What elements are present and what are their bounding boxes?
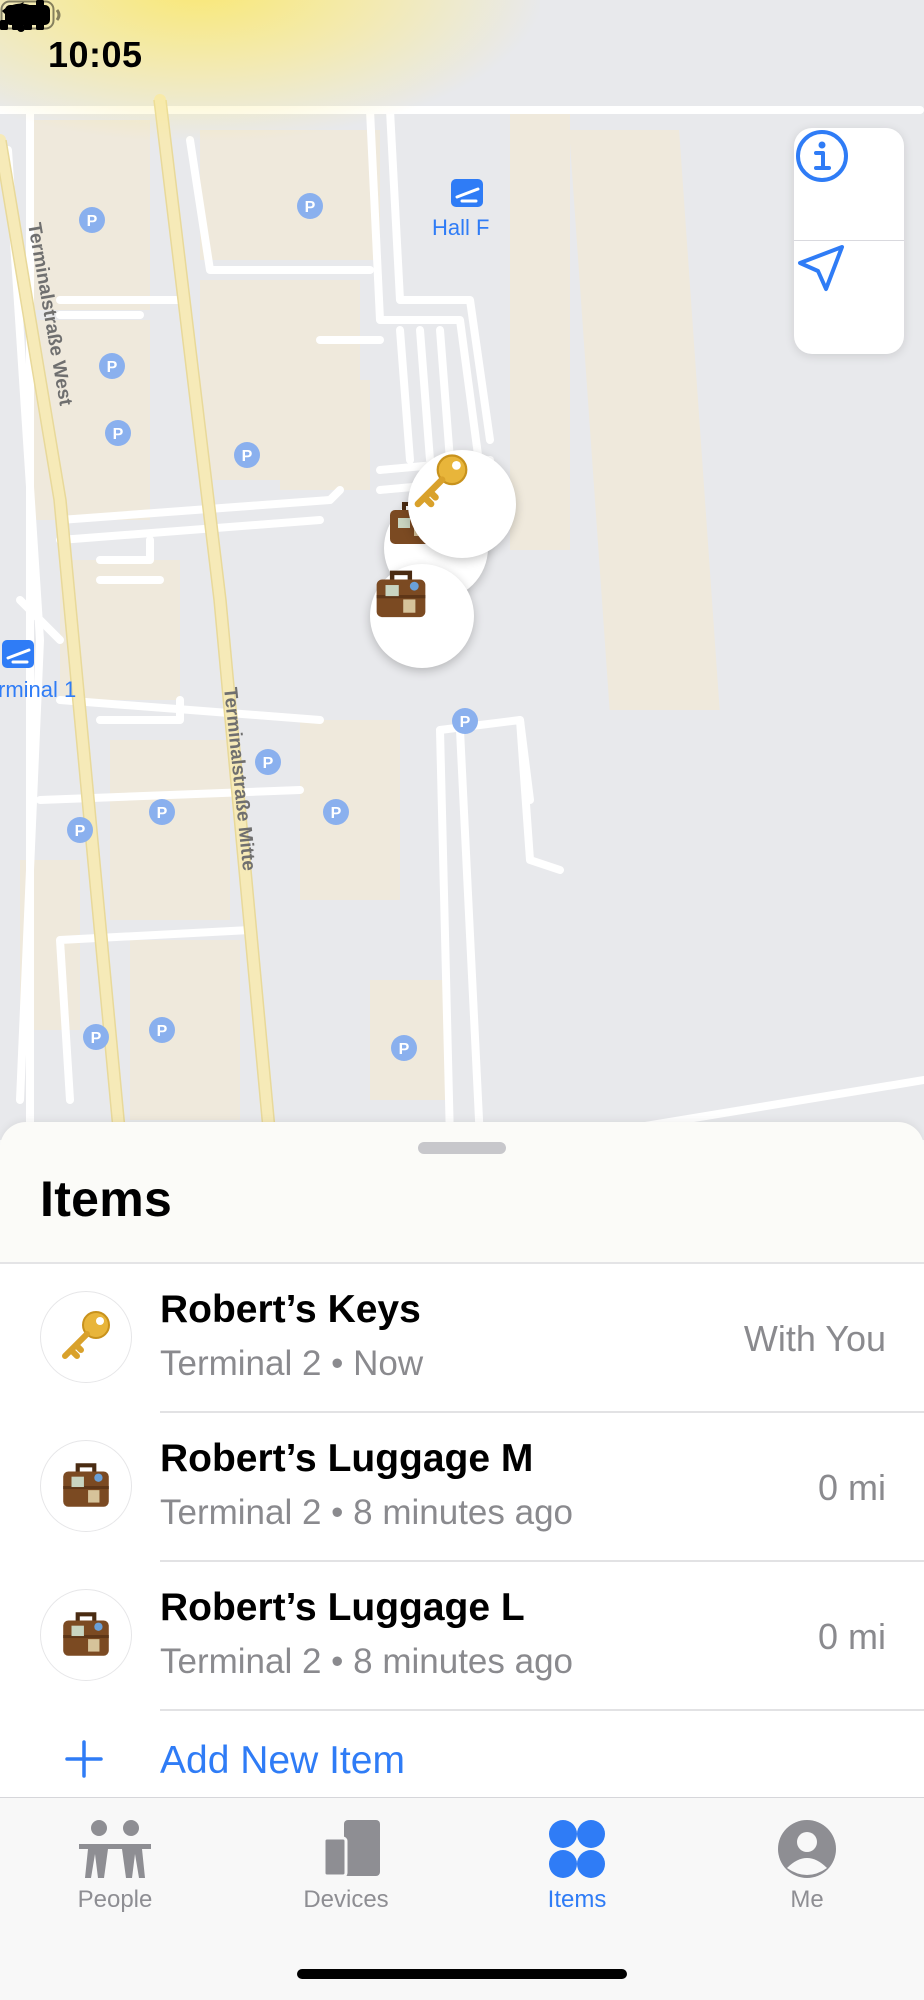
parking-glyph: P — [157, 805, 168, 822]
tab-me[interactable]: Me — [707, 1818, 907, 1928]
tab-label: Me — [790, 1886, 824, 1913]
parking-glyph: P — [399, 1041, 410, 1058]
tab-label: People — [77, 1886, 153, 1913]
map-pin-luggage[interactable] — [370, 564, 474, 668]
parking-glyph: P — [157, 1023, 168, 1040]
tab-items[interactable]: Items — [477, 1818, 677, 1928]
item-distance: 0 mi — [817, 1616, 886, 1657]
map-controls — [794, 128, 904, 354]
info-icon — [796, 130, 848, 182]
item-name: Robert’s Luggage L — [160, 1586, 525, 1629]
map-locate-button[interactable] — [794, 241, 904, 354]
map-label-terminal-1: rminal 1 — [0, 677, 76, 702]
parking-glyph: P — [263, 755, 274, 772]
status-time: 10:05 — [48, 34, 143, 75]
plus-icon — [65, 1740, 103, 1778]
airport-icon — [2, 640, 34, 668]
luggage-icon — [63, 1463, 109, 1507]
item-avatar — [40, 1589, 132, 1681]
parking-glyph: P — [305, 199, 316, 216]
location-arrow-icon — [798, 245, 844, 291]
luggage-icon — [376, 570, 426, 618]
item-name: Robert’s Luggage M — [160, 1437, 534, 1480]
list-item-luggage-l[interactable]: Robert’s Luggage L Terminal 2 • 8 minute… — [0, 1562, 924, 1711]
item-subtitle: Terminal 2 • 8 minutes ago — [160, 1642, 574, 1681]
parking-glyph: P — [91, 1030, 102, 1047]
people-icon — [79, 1820, 151, 1878]
item-subtitle: Terminal 2 • Now — [160, 1344, 424, 1383]
battery-icon — [0, 0, 61, 30]
item-distance: 0 mi — [817, 1467, 886, 1508]
person-icon — [778, 1820, 836, 1878]
item-distance: With You — [743, 1318, 886, 1359]
parking-glyph: P — [460, 714, 471, 731]
luggage-icon — [63, 1612, 109, 1656]
add-new-item-label: Add New Item — [160, 1739, 405, 1782]
parking-glyph: P — [242, 448, 253, 465]
item-avatar — [40, 1440, 132, 1532]
map-info-button[interactable] — [794, 128, 904, 241]
parking-glyph: P — [87, 213, 98, 230]
map-pin-keys[interactable] — [408, 450, 516, 558]
key-icon — [414, 454, 468, 508]
items-list: Robert’s Keys Terminal 2 • Now With You … — [0, 1262, 924, 1821]
item-name: Robert’s Keys — [160, 1288, 421, 1331]
item-avatar — [40, 1291, 132, 1383]
home-indicator[interactable] — [297, 1969, 627, 1979]
items-icon — [549, 1820, 605, 1878]
status-bar: 10:05 — [0, 0, 924, 110]
parking-glyph: P — [75, 823, 86, 840]
tab-label: Devices — [303, 1886, 389, 1913]
sheet-title: Items — [40, 1171, 173, 1227]
map-label-hall-f: Hall F — [432, 215, 489, 240]
key-icon — [62, 1311, 110, 1359]
map-view[interactable]: P P P P P P P P P P P P P Hall F rminal … — [0, 0, 924, 1140]
item-subtitle: Terminal 2 • 8 minutes ago — [160, 1493, 574, 1532]
parking-glyph: P — [331, 805, 342, 822]
parking-glyph: P — [113, 426, 124, 443]
tab-devices[interactable]: Devices — [246, 1818, 446, 1928]
list-item-luggage-m[interactable]: Robert’s Luggage M Terminal 2 • 8 minute… — [0, 1413, 924, 1562]
tab-people[interactable]: People — [15, 1818, 215, 1928]
airport-icon — [451, 179, 483, 207]
sheet-grabber[interactable] — [418, 1142, 506, 1154]
tab-label: Items — [547, 1886, 607, 1913]
devices-icon — [322, 1820, 380, 1878]
list-item-keys[interactable]: Robert’s Keys Terminal 2 • Now With You — [0, 1264, 924, 1413]
parking-glyph: P — [107, 359, 118, 376]
